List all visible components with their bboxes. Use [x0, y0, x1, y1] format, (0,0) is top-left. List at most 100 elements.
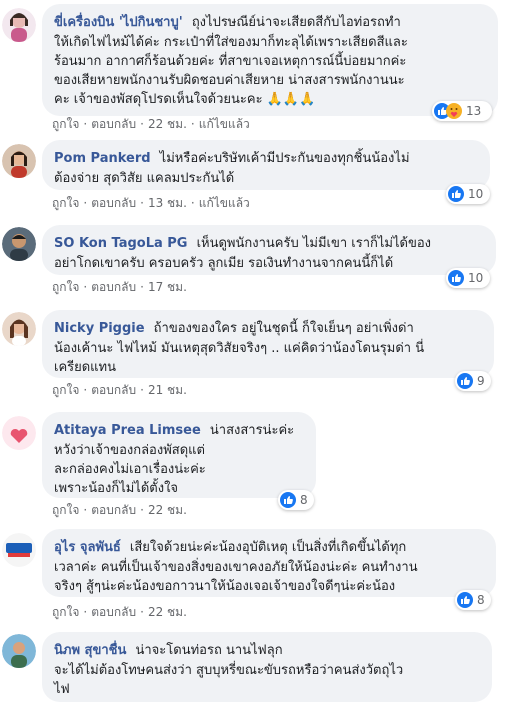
separator-dot: ·: [83, 503, 88, 517]
comment-text-line: เห็นดูพนักงานครับ ไม่มีเขา เราก็ไม่ได้ขอ…: [196, 236, 432, 251]
comment-text-line: ไฟ: [54, 682, 70, 697]
comment-text-line: หวังว่าเจ้าของกล่องพัสดุแต่: [54, 443, 205, 458]
like-reaction-icon: [448, 186, 464, 202]
reaction-count: 8: [300, 493, 308, 507]
avatar[interactable]: [2, 634, 36, 668]
like-reaction-icon: [448, 270, 464, 286]
avatar[interactable]: [2, 8, 36, 42]
care-reaction-icon: [446, 103, 462, 119]
comment-author[interactable]: SO Kon TagoLa PG: [54, 236, 187, 251]
separator-dot: ·: [190, 196, 195, 210]
comment-author[interactable]: Nicky Piggie: [54, 321, 145, 336]
comment-actions: ถูกใจ · ตอบกลับ · 22 ชม.: [52, 604, 187, 620]
edited-label[interactable]: แก้ไขแล้ว: [199, 195, 250, 211]
reply-link[interactable]: ตอบกลับ: [91, 279, 136, 295]
comment-author[interactable]: Pom Pankerd: [54, 151, 151, 166]
separator-dot: ·: [83, 117, 88, 131]
comment-text-line: คะ เจ้าของพัสดุโปรดเห็นใจด้วยนะคะ 🙏🙏🙏: [54, 92, 316, 107]
comment-text-line: ถ้าของของใคร อยู่ในชุดนี้ ก็ใจเย็นๆ อย่า…: [153, 321, 414, 336]
comment-timestamp[interactable]: 22 ชม.: [148, 116, 187, 132]
comment-text-line: ไม่หรือค่ะบริษัทเค้ามีประกันของทุกชิ้นน้…: [159, 151, 410, 166]
comment-text-line: ละกล่องคงไม่เอาเรื่องน่ะค่ะ: [54, 462, 206, 477]
comment-timestamp[interactable]: 17 ชม.: [148, 279, 187, 295]
like-reaction-icon: [280, 492, 296, 508]
avatar-image: [2, 634, 36, 668]
comment-text-line: อย่าโกดเขาครับ ครอบครัว ลูกเมีย รอเงินทำ…: [54, 256, 394, 271]
separator-dot: ·: [83, 196, 88, 210]
reply-link[interactable]: ตอบกลับ: [91, 604, 136, 620]
comment-bubble: อุไร จุลพันธ์ เสียใจด้วยน่ะค่ะน้องอุบัติ…: [42, 529, 496, 597]
reply-link[interactable]: ตอบกลับ: [91, 195, 136, 211]
separator-dot: ·: [140, 503, 144, 517]
comment-bubble: SO Kon TagoLa PG เห็นดูพนักงานครับ ไม่มี…: [42, 225, 496, 275]
avatar-image: [2, 312, 36, 346]
avatar[interactable]: [2, 227, 36, 261]
comment-bubble: Atitaya Prea Limsee น่าสงสารน่ะค่ะ หวังว…: [42, 412, 316, 498]
separator-dot: ·: [83, 280, 88, 294]
avatar-image: [2, 533, 36, 567]
reaction-count: 9: [477, 374, 485, 388]
like-link[interactable]: ถูกใจ: [52, 604, 79, 620]
avatar[interactable]: [2, 416, 36, 450]
reaction-count: 13: [466, 104, 482, 118]
comment-actions: ถูกใจ · ตอบกลับ · 17 ชม.: [52, 279, 187, 295]
like-link[interactable]: ถูกใจ: [52, 382, 79, 398]
reaction-count: 8: [477, 593, 485, 607]
comment-text-line: ถุงไปรษณีย์น่าจะเสียดสีกับไอท่อรถทำ: [191, 15, 401, 30]
reaction-summary[interactable]: 8: [455, 590, 491, 610]
separator-dot: ·: [140, 605, 144, 619]
reply-link[interactable]: ตอบกลับ: [91, 382, 136, 398]
avatar[interactable]: [2, 144, 36, 178]
comment-bubble: Pom Pankerd ไม่หรือค่ะบริษัทเค้ามีประกัน…: [42, 140, 490, 190]
comment-text-line: น้องเค้านะ ไฟไหม้ มันเหตุสุดวิสัยจริงๆ .…: [54, 341, 425, 356]
comment-author[interactable]: ขี่เครื่องบิน 'ไปกินชาบู': [54, 15, 183, 30]
reaction-summary[interactable]: 10: [446, 268, 490, 288]
avatar[interactable]: [2, 533, 36, 567]
like-reaction-icon: [457, 373, 473, 389]
reaction-summary[interactable]: 8: [278, 490, 314, 510]
comment-actions: ถูกใจ · ตอบกลับ · 13 ชม. · แก้ไขแล้ว: [52, 195, 250, 211]
comment-author[interactable]: นิภพ สุขาชื่น: [54, 643, 126, 658]
comment-text-line: ต้องจ่าย สุดวิสัย แคลมประกันได้: [54, 171, 235, 186]
comment-actions: ถูกใจ · ตอบกลับ · 22 ชม. · แก้ไขแล้ว: [52, 116, 250, 132]
reaction-summary[interactable]: 10: [446, 184, 490, 204]
avatar-image: [2, 416, 36, 450]
avatar[interactable]: [2, 312, 36, 346]
comment-actions: ถูกใจ · ตอบกลับ · 22 ชม.: [52, 502, 187, 518]
comment-text-line: ให้เกิดไฟไหม้ได้ค่ะ กระเป๋าที่ใส่ของมาก็…: [54, 35, 408, 50]
comment-text-line: จะได้ไม่ต้องโทษคนส่งว่า สูบบุหรี่ขณะขับร…: [54, 663, 404, 678]
separator-dot: ·: [140, 196, 144, 210]
comment-text-line: เวลาค่ะ คนที่เป็นเจ้าของสิ่งของเขาคงอภัย…: [54, 560, 418, 575]
separator-dot: ·: [140, 117, 144, 131]
reaction-summary[interactable]: 13: [432, 101, 492, 121]
like-link[interactable]: ถูกใจ: [52, 502, 79, 518]
separator-dot: ·: [83, 605, 88, 619]
comment-bubble: นิภพ สุขาชื่น น่าจะโดนท่อรถ นานไฟลุก จะไ…: [42, 632, 492, 702]
comment-text-line: น่าสงสารน่ะค่ะ: [209, 423, 295, 438]
separator-dot: ·: [83, 383, 88, 397]
comment-text-line: เครียดแทน: [54, 360, 117, 375]
comment-text-line: เพราะน้องก็ไม่ได้ตั้งใจ: [54, 481, 179, 496]
comment-timestamp[interactable]: 22 ชม.: [148, 502, 187, 518]
reply-link[interactable]: ตอบกลับ: [91, 116, 136, 132]
avatar-image: [2, 144, 36, 178]
comment-timestamp[interactable]: 21 ชม.: [148, 382, 187, 398]
reaction-summary[interactable]: 9: [455, 371, 491, 391]
comment-timestamp[interactable]: 22 ชม.: [148, 604, 187, 620]
reply-link[interactable]: ตอบกลับ: [91, 502, 136, 518]
avatar-image: [2, 227, 36, 261]
comment-bubble: Nicky Piggie ถ้าของของใคร อยู่ในชุดนี้ ก…: [42, 310, 494, 378]
edited-label[interactable]: แก้ไขแล้ว: [199, 116, 250, 132]
avatar-image: [2, 8, 36, 42]
comment-author[interactable]: อุไร จุลพันธ์: [54, 540, 121, 555]
like-link[interactable]: ถูกใจ: [52, 279, 79, 295]
comment-timestamp[interactable]: 13 ชม.: [148, 195, 187, 211]
comment-text-line: จริงๆ สู้ๆน่ะค่ะน้องขอกาวนาให้น้องเจอเจ้…: [54, 579, 396, 594]
like-link[interactable]: ถูกใจ: [52, 116, 79, 132]
comment-text-line: ของเสียหายพนักงานรับผิดชอบค่าเสียหาย น่า…: [54, 73, 405, 88]
separator-dot: ·: [140, 383, 144, 397]
separator-dot: ·: [190, 117, 195, 131]
like-link[interactable]: ถูกใจ: [52, 195, 79, 211]
comment-author[interactable]: Atitaya Prea Limsee: [54, 423, 201, 438]
comment-text-line: น่าจะโดนท่อรถ นานไฟลุก: [135, 643, 283, 658]
